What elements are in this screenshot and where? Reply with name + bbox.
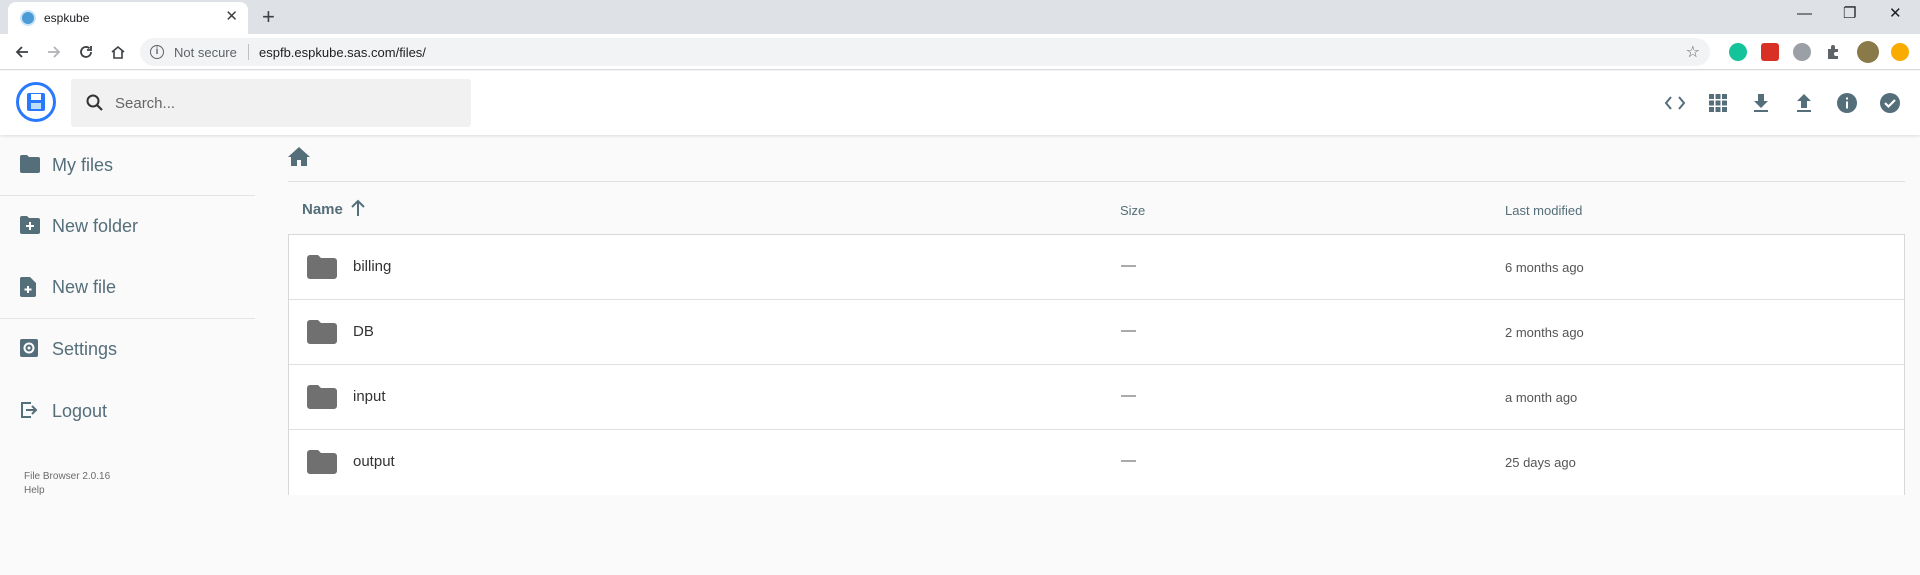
sidebar-item-new-folder[interactable]: New folder: [0, 204, 255, 248]
code-icon[interactable]: [1663, 91, 1687, 115]
column-last-modified[interactable]: Last modified: [1505, 203, 1582, 218]
back-icon[interactable]: [12, 42, 32, 62]
extension-icon[interactable]: [1793, 43, 1811, 61]
browser-toolbar: i Not secure espfb.espkube.sas.com/files…: [0, 34, 1920, 70]
puzzle-extensions-icon[interactable]: [1825, 43, 1843, 61]
sidebar-item-label: Logout: [52, 401, 108, 421]
favicon-icon: [20, 10, 36, 26]
sidebar-item-settings[interactable]: Settings: [0, 327, 255, 371]
update-icon[interactable]: [1891, 43, 1909, 61]
sidebar-item-logout[interactable]: Logout: [0, 389, 255, 433]
select-check-icon[interactable]: [1878, 91, 1902, 115]
minimize-button[interactable]: —: [1797, 4, 1812, 24]
file-name: DB: [353, 323, 374, 340]
sidebar-divider: [0, 195, 255, 196]
breadcrumb-home-icon[interactable]: [288, 147, 312, 167]
sidebar-divider: [0, 318, 255, 319]
search-icon: [86, 94, 103, 111]
listing-header: Name Size Last modified: [288, 191, 1905, 233]
info-circle-icon[interactable]: [1835, 91, 1859, 115]
exit-icon: [21, 402, 38, 418]
help-link[interactable]: Help: [24, 485, 45, 496]
file-size: —: [1121, 257, 1136, 274]
bookmark-star-icon[interactable]: ☆: [1686, 42, 1700, 62]
column-name[interactable]: Name: [302, 201, 343, 218]
table-row[interactable]: input — a month ago: [289, 365, 1904, 430]
file-modified: 25 days ago: [1505, 455, 1576, 470]
column-size[interactable]: Size: [1120, 203, 1145, 218]
table-row[interactable]: billing — 6 months ago: [289, 235, 1904, 300]
folder-icon: [307, 255, 337, 279]
new-tab-button[interactable]: +: [262, 4, 275, 30]
grammarly-extension-icon[interactable]: [1729, 43, 1747, 61]
search-input[interactable]: [115, 91, 455, 115]
file-name: billing: [353, 258, 392, 275]
forward-icon[interactable]: [44, 42, 64, 62]
sidebar-item-my-files[interactable]: My files: [0, 143, 255, 187]
create-folder-icon: [20, 216, 40, 234]
sidebar-item-label: New file: [52, 277, 117, 297]
tab-close-icon[interactable]: ✕: [225, 9, 238, 25]
table-row[interactable]: output — 25 days ago: [289, 430, 1904, 495]
browser-tab[interactable]: espkube ✕: [8, 2, 248, 34]
file-size: —: [1121, 322, 1136, 339]
browser-tabstrip: espkube ✕ + — ❐ ✕: [0, 0, 1920, 34]
table-row[interactable]: DB — 2 months ago: [289, 300, 1904, 365]
window-close-button[interactable]: ✕: [1889, 4, 1902, 24]
app-header: [0, 71, 1920, 135]
info-icon[interactable]: i: [150, 45, 164, 59]
settings-icon: [20, 339, 38, 357]
sidebar: My files New folder New file Settings Lo…: [0, 135, 255, 575]
search-box[interactable]: [71, 79, 471, 127]
profile-avatar[interactable]: [1857, 41, 1879, 63]
file-name: output: [353, 453, 395, 470]
tab-title: espkube: [44, 11, 90, 25]
folder-icon: [307, 385, 337, 409]
file-modified: 6 months ago: [1505, 260, 1584, 275]
home-icon[interactable]: [108, 42, 128, 62]
note-add-icon: [20, 277, 36, 297]
sidebar-item-label: My files: [52, 155, 114, 175]
grid-view-icon[interactable]: [1706, 91, 1730, 115]
folder-icon: [307, 320, 337, 344]
file-listing: billing — 6 months ago DB — 2 months ago…: [288, 234, 1905, 495]
file-size: —: [1121, 452, 1136, 469]
breadcrumb-divider: [288, 181, 1905, 182]
restore-button[interactable]: ❐: [1843, 4, 1856, 24]
url-text[interactable]: espfb.espkube.sas.com/files/: [259, 45, 426, 60]
file-name: input: [353, 388, 386, 405]
address-bar[interactable]: i Not secure espfb.espkube.sas.com/files…: [140, 38, 1710, 66]
folder-icon: [20, 155, 40, 173]
address-separator: [248, 44, 249, 60]
file-size: —: [1121, 387, 1136, 404]
sort-ascending-icon[interactable]: [350, 199, 366, 222]
file-modified: 2 months ago: [1505, 325, 1584, 340]
upload-icon[interactable]: [1792, 91, 1816, 115]
security-label[interactable]: Not secure: [174, 45, 237, 60]
file-modified: a month ago: [1505, 390, 1578, 405]
sidebar-item-label: New folder: [52, 216, 139, 236]
sidebar-item-new-file[interactable]: New file: [0, 265, 255, 309]
download-icon[interactable]: [1749, 91, 1773, 115]
version-link[interactable]: File Browser 2.0.16: [24, 471, 110, 482]
filebrowser-logo[interactable]: [16, 82, 56, 122]
extension-badge-icon[interactable]: [1761, 43, 1779, 61]
sidebar-item-label: Settings: [52, 339, 118, 359]
folder-icon: [307, 450, 337, 474]
reload-icon[interactable]: [76, 42, 96, 62]
